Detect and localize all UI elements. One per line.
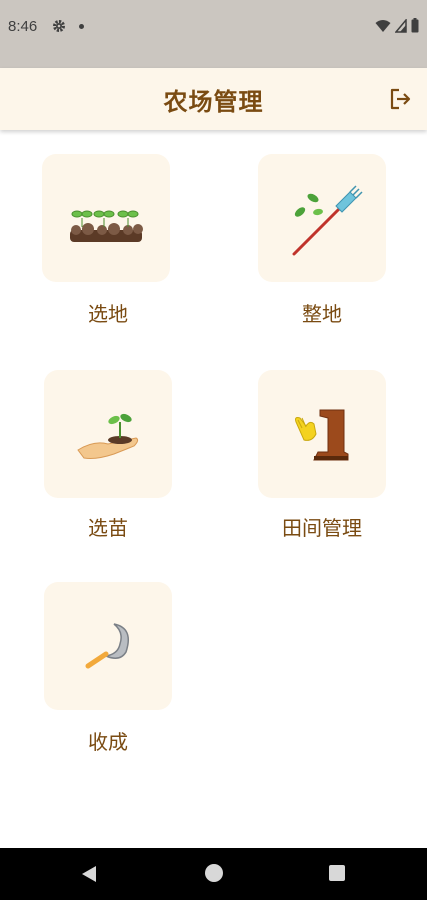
sickle-icon: [85, 623, 129, 669]
menu-label-harvest: 收成: [88, 730, 128, 754]
system-nav-bar: [0, 848, 427, 900]
back-icon[interactable]: [80, 864, 98, 884]
menu-tile-select-seedlings[interactable]: [44, 370, 172, 498]
menu-tile-harvest[interactable]: [44, 582, 172, 710]
status-bar: 8:46: [0, 0, 427, 68]
menu-label-prepare-land: 整地: [302, 302, 342, 326]
settings-notification-icon: [53, 20, 65, 32]
menu-label-select-land: 选地: [88, 302, 128, 326]
status-time: 8:46: [8, 18, 38, 35]
recent-apps-icon[interactable]: [329, 865, 345, 881]
wifi-icon: [375, 19, 391, 32]
app-bar: 农场管理: [0, 68, 427, 130]
menu-tile-prepare-land[interactable]: [258, 154, 386, 282]
gloves-and-boot-icon: [295, 409, 349, 461]
seedlings-in-soil-icon: [70, 210, 143, 242]
page-title: 农场管理: [163, 88, 264, 116]
notification-dot-icon: [79, 24, 84, 29]
home-icon[interactable]: [205, 864, 223, 882]
logout-icon[interactable]: [387, 86, 415, 114]
battery-icon: [411, 18, 419, 33]
cell-signal-icon: [395, 18, 407, 33]
menu-tile-field-management[interactable]: [258, 370, 386, 498]
menu-label-select-seedlings: 选苗: [88, 516, 128, 540]
status-indicators: [375, 18, 419, 33]
seedling-in-hand-icon: [77, 413, 139, 459]
rake-icon: [292, 185, 363, 256]
menu-tile-select-land[interactable]: [42, 154, 170, 282]
menu-label-field-management: 田间管理: [282, 516, 362, 540]
